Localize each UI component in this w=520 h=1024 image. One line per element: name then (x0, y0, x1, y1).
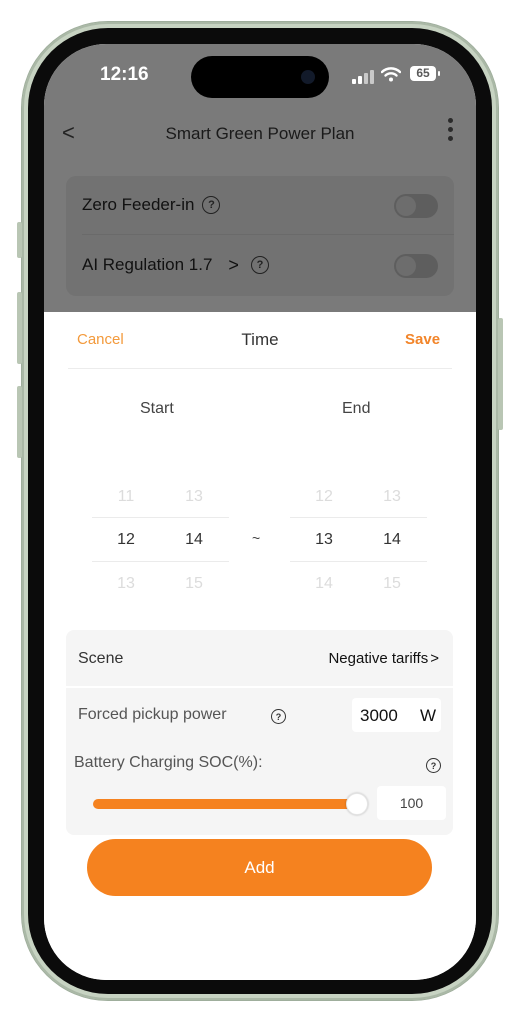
toggle-knob (396, 196, 416, 216)
chevron-right-icon: > (430, 650, 439, 667)
toggle-knob (396, 256, 416, 276)
time-separator: ~ (252, 530, 261, 546)
screen: 12:16 65 < Smart Green Power Plan Zero F… (44, 44, 476, 980)
start-hour-prev[interactable]: 11 (106, 488, 146, 506)
chevron-right-icon: > (228, 254, 239, 275)
save-button[interactable]: Save (405, 331, 440, 348)
settings-card: Zero Feeder-in ? AI Regulation 1.7 > ? (66, 176, 454, 296)
picker-line (290, 561, 427, 562)
start-label: Start (140, 400, 174, 417)
action-button (17, 222, 22, 258)
soc-value: 100 (399, 795, 424, 811)
start-hour-next[interactable]: 13 (106, 575, 146, 593)
volume-up-button (17, 292, 22, 364)
start-hour-selected[interactable]: 12 (106, 531, 146, 549)
start-minute-prev[interactable]: 13 (174, 488, 214, 506)
power-input[interactable]: 3000 W (352, 698, 441, 732)
more-options-icon[interactable] (446, 118, 454, 141)
picker-line (92, 561, 229, 562)
scene-selector[interactable]: Negative tariffs > (328, 650, 439, 667)
camera-icon (301, 70, 315, 84)
power-value: 3000 (360, 706, 398, 725)
bottom-area (44, 942, 476, 980)
dynamic-island (191, 56, 329, 98)
help-icon[interactable]: ? (202, 196, 221, 214)
signal-icon (352, 70, 374, 84)
time-sheet: Cancel Time Save Start End 11 12 13 13 1… (44, 312, 476, 942)
power-button (498, 318, 503, 430)
help-icon[interactable]: ? (271, 709, 286, 724)
dimmed-overlay[interactable]: 12:16 65 < Smart Green Power Plan Zero F… (44, 44, 476, 312)
soc-slider-track[interactable] (93, 799, 359, 809)
options-card: Scene Negative tariffs > Forced pickup po… (66, 630, 453, 835)
help-icon[interactable]: ? (250, 256, 269, 274)
start-minute-next[interactable]: 15 (174, 575, 214, 593)
add-button[interactable]: Add (87, 839, 432, 896)
end-minute-selected[interactable]: 14 (372, 531, 412, 549)
setting-row-ai-regulation[interactable]: AI Regulation 1.7 > ? (66, 236, 454, 294)
soc-label: Battery Charging SOC(%): (74, 754, 263, 771)
wifi-icon (381, 67, 401, 82)
zero-feeder-toggle[interactable] (394, 194, 438, 218)
picker-line (290, 517, 427, 518)
ai-regulation-toggle[interactable] (394, 254, 438, 278)
end-hour-prev[interactable]: 12 (304, 488, 344, 506)
end-label: End (342, 400, 371, 417)
divider (82, 234, 454, 235)
battery-icon: 65 (410, 66, 440, 81)
status-time: 12:16 (100, 64, 149, 85)
soc-input[interactable]: 100 (377, 786, 446, 820)
power-unit: W (420, 706, 437, 725)
end-hour-next[interactable]: 14 (304, 575, 344, 593)
volume-down-button (17, 386, 22, 458)
power-label: Forced pickup power (78, 706, 227, 723)
picker-line (92, 517, 229, 518)
divider (66, 686, 453, 688)
setting-label: AI Regulation 1.7 (82, 255, 213, 274)
scene-label: Scene (78, 650, 124, 667)
end-hour-selected[interactable]: 13 (304, 531, 344, 549)
help-icon[interactable]: ? (426, 758, 441, 773)
setting-row-zero-feeder: Zero Feeder-in ? (66, 176, 454, 235)
end-minute-next[interactable]: 15 (372, 575, 412, 593)
page-title: Smart Green Power Plan (165, 124, 355, 143)
divider (68, 368, 452, 369)
scene-value: Negative tariffs (328, 650, 429, 667)
soc-slider-handle[interactable] (346, 793, 368, 815)
end-minute-prev[interactable]: 13 (372, 488, 412, 506)
start-minute-selected[interactable]: 14 (174, 531, 214, 549)
setting-label: Zero Feeder-in (82, 195, 195, 214)
